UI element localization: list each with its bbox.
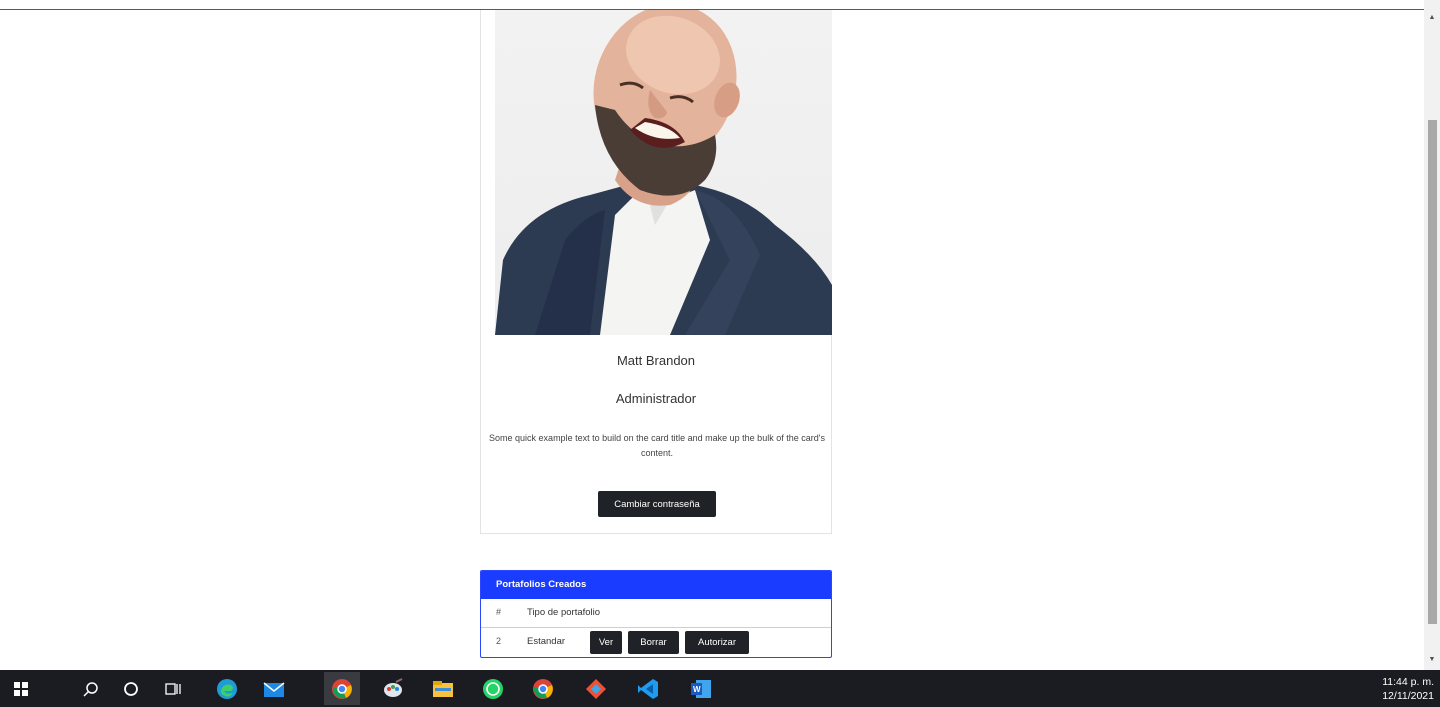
clock-time: 11:44 p. m. [1382,676,1434,688]
row-type: Estandar [527,636,566,647]
windows-start-icon[interactable] [8,676,34,702]
file-explorer-icon[interactable] [430,676,456,702]
authorize-button[interactable]: Autorizar [685,631,749,654]
git-icon[interactable] [583,676,609,702]
vertical-scrollbar[interactable]: ▲ ▼ [1424,0,1440,670]
column-header-type: Tipo de portafolio [527,607,601,618]
taskbar-clock[interactable]: 11:44 p. m. 12/11/2021 [1382,675,1434,703]
scroll-up-arrow-icon[interactable]: ▲ [1424,10,1440,26]
delete-button[interactable]: Borrar [628,631,679,654]
paint-icon[interactable] [380,676,406,702]
table-header-row: # Tipo de portafolio [481,599,831,628]
portfolio-table-title: Portafolios Creados [481,571,831,599]
profile-photo-illustration [495,10,832,335]
mail-icon[interactable] [261,676,287,702]
scroll-down-arrow-icon[interactable]: ▼ [1424,652,1440,668]
scroll-thumb[interactable] [1428,120,1437,624]
profile-role: Administrador [615,391,697,406]
edge-icon[interactable] [214,676,240,702]
table-row: 2 Estandar Ver Borrar Autorizar [481,628,831,656]
row-number: 2 [496,636,502,646]
view-button[interactable]: Ver [590,631,622,654]
whatsapp-icon[interactable] [480,676,506,702]
word-icon[interactable]: W [688,676,714,702]
search-icon[interactable] [78,676,104,702]
portfolio-table: Portafolios Creados # Tipo de portafolio… [480,570,832,658]
change-password-button[interactable]: Cambiar contraseña [598,491,716,517]
profile-name: Matt Brandon [616,353,696,368]
windows-taskbar: W 11:44 p. m. 12/11/2021 [0,670,1440,707]
task-view-icon[interactable] [160,676,186,702]
cortana-icon[interactable] [118,676,144,702]
page-viewport: Matt Brandon Administrador Some quick ex… [0,0,1424,670]
column-header-number: # [496,607,502,617]
clock-date: 12/11/2021 [1382,690,1434,702]
chrome-icon[interactable] [530,676,556,702]
svg-text:W: W [693,685,701,694]
profile-photo [495,10,832,335]
profile-card: Matt Brandon Administrador Some quick ex… [480,10,832,534]
chrome-profile-icon[interactable] [329,676,355,702]
vscode-icon[interactable] [635,676,661,702]
profile-description: Some quick example text to build on the … [489,433,825,458]
